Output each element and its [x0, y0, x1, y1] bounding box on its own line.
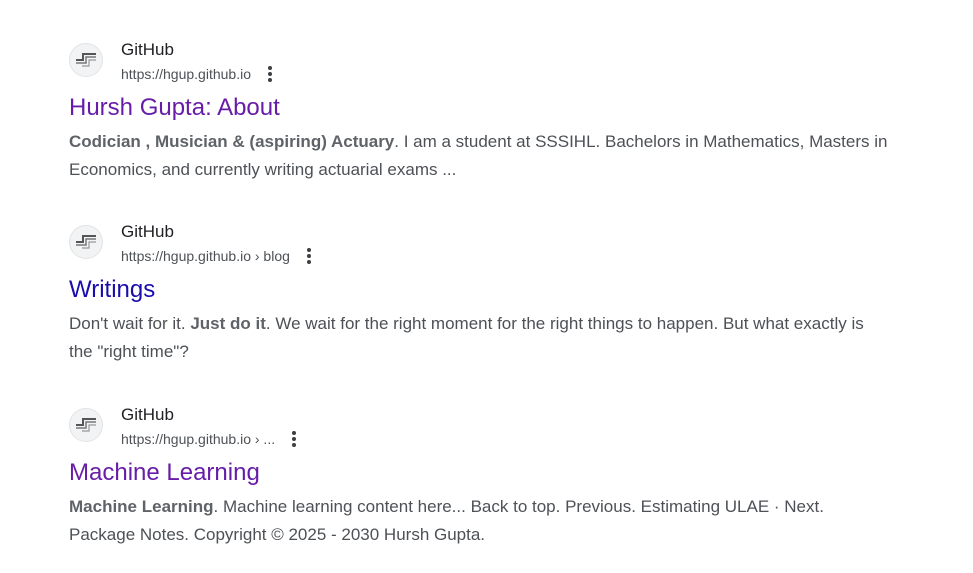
site-name: GitHub [121, 222, 174, 241]
result-url: https://hgup.github.io › ... [121, 431, 276, 447]
more-vertical-icon[interactable] [261, 64, 279, 84]
result-snippet: Machine Learning. Machine learning conte… [69, 493, 889, 549]
site-name: GitHub [121, 40, 174, 59]
site-favicon-icon [69, 43, 103, 77]
search-result: GitHub https://hgup.github.io › ... Mach… [69, 405, 889, 549]
result-snippet: Don't wait for it. Just do it. We wait f… [69, 310, 889, 366]
snippet-highlight: Just do it [190, 314, 266, 333]
site-favicon-icon [69, 408, 103, 442]
search-result: GitHub https://hgup.github.io Hursh Gupt… [69, 40, 889, 184]
result-url: https://hgup.github.io › blog [121, 248, 290, 264]
snippet-highlight: Codician , Musician & (aspiring) Actuary [69, 132, 395, 151]
site-favicon-icon [69, 225, 103, 259]
more-vertical-icon[interactable] [285, 429, 303, 449]
more-vertical-icon[interactable] [300, 246, 318, 266]
search-results: GitHub https://hgup.github.io Hursh Gupt… [0, 0, 973, 573]
result-snippet: Codician , Musician & (aspiring) Actuary… [69, 128, 889, 184]
search-result: GitHub https://hgup.github.io › blog Wri… [69, 222, 889, 366]
result-title-link[interactable]: Machine Learning [69, 457, 889, 489]
result-title-link[interactable]: Writings [69, 274, 889, 306]
result-source[interactable]: GitHub https://hgup.github.io › blog [69, 222, 889, 272]
snippet-text: Don't wait for it. [69, 314, 191, 333]
site-name: GitHub [121, 405, 174, 424]
result-title-link[interactable]: Hursh Gupta: About [69, 92, 889, 124]
result-source[interactable]: GitHub https://hgup.github.io › ... [69, 405, 889, 455]
result-source[interactable]: GitHub https://hgup.github.io [69, 40, 889, 90]
result-url: https://hgup.github.io [121, 66, 251, 82]
snippet-highlight: Machine Learning [69, 497, 214, 516]
